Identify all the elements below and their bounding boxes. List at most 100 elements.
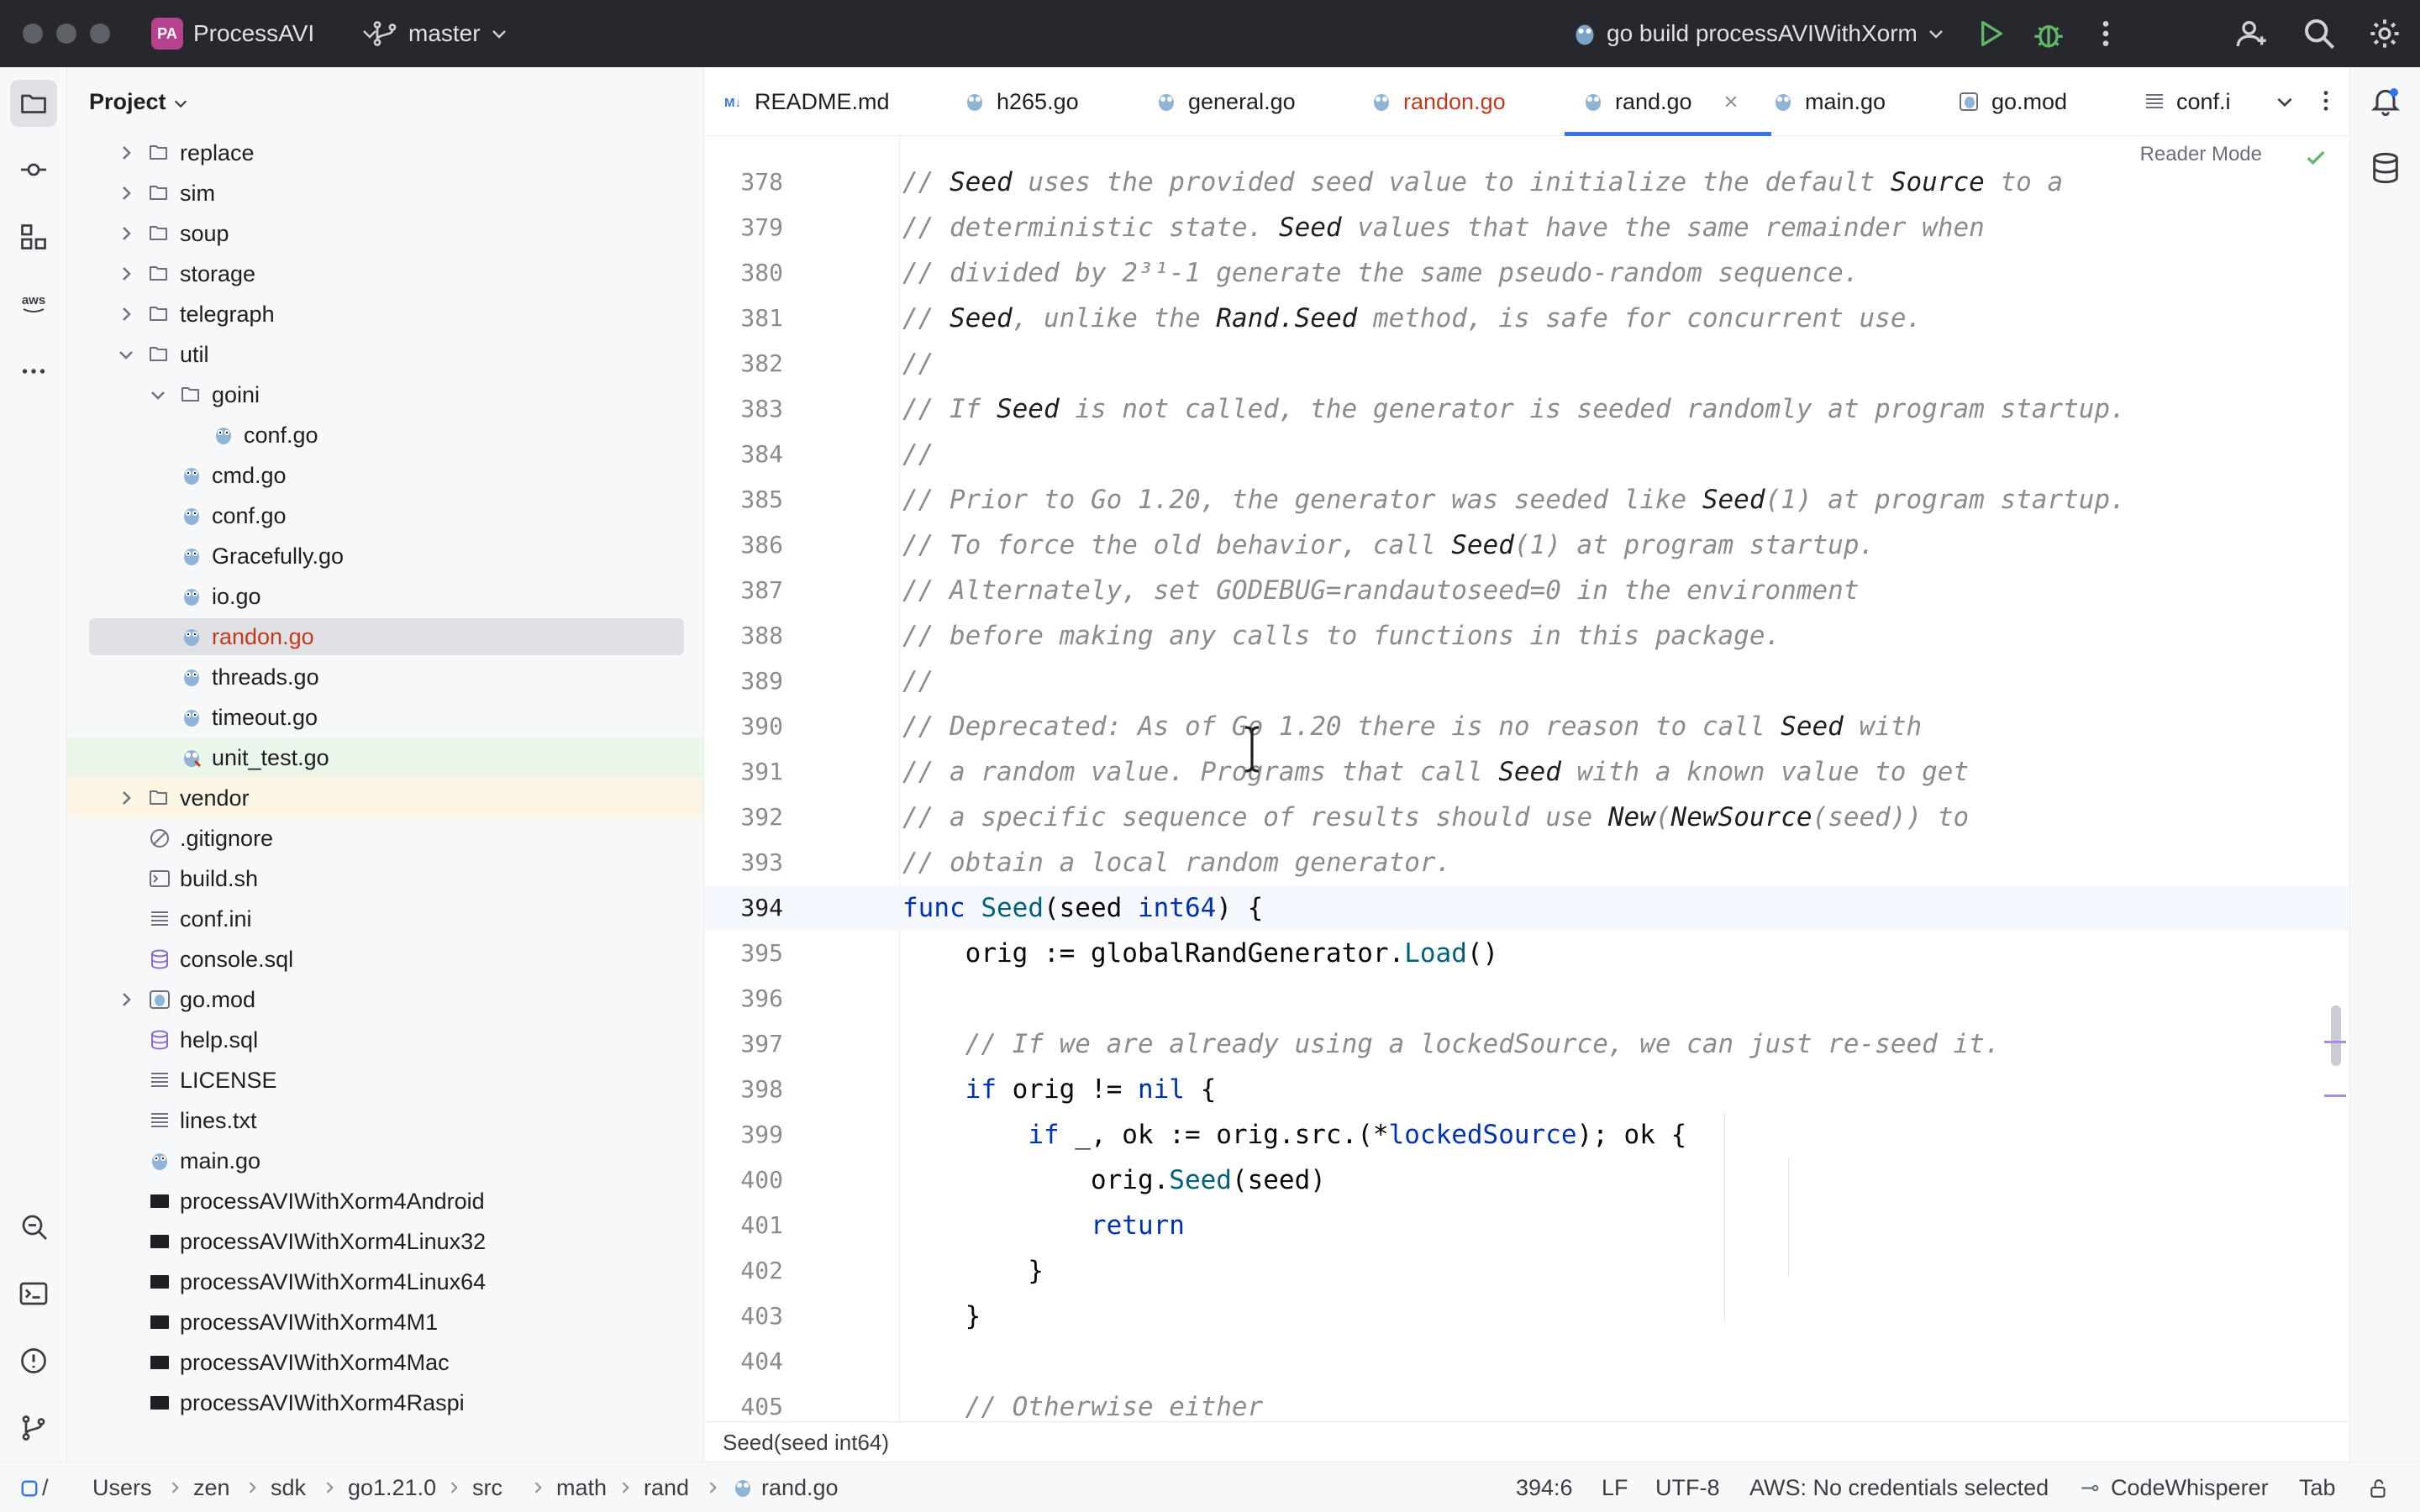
code-line[interactable]: 396 <box>704 976 2349 1021</box>
tree-folder-goini[interactable]: goini <box>67 375 703 415</box>
tree-file-unit-test-go[interactable]: unit_test.go <box>67 738 703 778</box>
more-vertical-icon[interactable] <box>2312 87 2339 114</box>
tree-file-binary-raspi[interactable]: processAVIWithXorm4Raspi <box>67 1383 703 1423</box>
code-line[interactable]: 387 // Alternately, set GODEBUG=randautos… <box>704 568 2349 613</box>
tree-folder-replace[interactable]: replace <box>67 133 703 173</box>
code-line[interactable]: 392 // a specific sequence of results sho… <box>704 795 2349 840</box>
git-tool-button[interactable] <box>10 1404 57 1452</box>
code-line[interactable]: 379 // deterministic state. Seed values t… <box>704 205 2349 250</box>
maximize-window-button[interactable] <box>90 24 110 44</box>
tree-file-help-sql[interactable]: help.sql <box>67 1020 703 1060</box>
chevron-right-icon[interactable] <box>116 183 136 203</box>
chevron-down-icon[interactable] <box>148 385 168 405</box>
current-function-hint[interactable]: Seed(seed int64) <box>723 1422 889 1462</box>
code-line[interactable]: 395 orig := globalRandGenerator.Load() <box>704 931 2349 976</box>
code-line[interactable]: 378 // Seed uses the provided seed value … <box>704 160 2349 205</box>
file-encoding[interactable]: UTF-8 <box>1655 1462 1720 1512</box>
tree-folder-sim[interactable]: sim <box>67 173 703 213</box>
close-tab-icon[interactable] <box>1723 93 1739 110</box>
code-line[interactable]: 397 // If we are already using a lockedS… <box>704 1021 2349 1067</box>
tree-file-randon-go[interactable]: randon.go <box>67 617 703 657</box>
tree-folder-vendor[interactable]: vendor <box>67 778 703 818</box>
code-line[interactable]: 404 <box>704 1339 2349 1384</box>
code-line[interactable]: 389 // <box>704 659 2349 704</box>
tree-file-main-go[interactable]: main.go <box>67 1141 703 1181</box>
tree-file-conf-go[interactable]: conf.go <box>67 415 703 455</box>
more-tools-button[interactable] <box>10 348 57 395</box>
tree-folder-storage[interactable]: storage <box>67 254 703 294</box>
tree-file-io-go[interactable]: io.go <box>67 576 703 617</box>
code-line[interactable]: 386 // To force the old behavior, call Se… <box>704 522 2349 568</box>
project-tool-button[interactable] <box>10 80 57 127</box>
code-line[interactable]: 383 // If Seed is not called, the generat… <box>704 386 2349 432</box>
chevron-right-icon[interactable] <box>116 143 136 163</box>
code-line[interactable]: 385 // Prior to Go 1.20, the generator wa… <box>704 477 2349 522</box>
close-window-button[interactable] <box>23 24 43 44</box>
tree-file-license[interactable]: LICENSE <box>67 1060 703 1100</box>
aws-tool-button[interactable]: aws <box>10 281 57 328</box>
code-line[interactable]: 403 } <box>704 1294 2349 1339</box>
branch-selector[interactable]: master <box>408 0 481 67</box>
code-line[interactable]: 388 // before making any calls to functio… <box>704 613 2349 659</box>
tree-file-gracefully-go[interactable]: Gracefully.go <box>67 536 703 576</box>
chevron-right-icon[interactable] <box>116 788 136 808</box>
code-line[interactable]: 401 return <box>704 1203 2349 1248</box>
breadcrumb-item[interactable]: rand.go <box>761 1462 839 1512</box>
chevron-down-icon[interactable] <box>171 94 190 113</box>
tree-file-cmd-go[interactable]: cmd.go <box>67 455 703 496</box>
indent-setting[interactable]: Tab <box>2299 1462 2336 1512</box>
breadcrumb-item[interactable]: math <box>556 1462 607 1512</box>
project-name[interactable]: ProcessAVI <box>193 0 314 67</box>
chevron-right-icon[interactable] <box>116 990 136 1010</box>
code-line[interactable]: 399 if _, ok := orig.src.(*lockedSource)… <box>704 1112 2349 1158</box>
tab-rand[interactable]: rand.go <box>1565 67 1771 136</box>
database-icon[interactable] <box>2369 151 2402 185</box>
minimize-window-button[interactable] <box>56 24 76 44</box>
chevron-down-icon[interactable] <box>1926 24 1946 44</box>
aws-connection-status[interactable]: AWS: No credentials selected <box>1749 1462 2049 1512</box>
code-line[interactable]: 380 // divided by 2³¹-1 generate the same… <box>704 250 2349 296</box>
settings-gear-icon[interactable] <box>2368 17 2402 50</box>
tree-file-binary-m1[interactable]: processAVIWithXorm4M1 <box>67 1302 703 1342</box>
tree-file-console-sql[interactable]: console.sql <box>67 939 703 979</box>
tree-file-binary-mac[interactable]: processAVIWithXorm4Mac <box>67 1342 703 1383</box>
code-editor[interactable]: 378 // Seed uses the provided seed value … <box>704 136 2349 1421</box>
run-configuration-selector[interactable]: go build processAVIWithXorm <box>1607 0 1918 67</box>
chevron-down-icon[interactable] <box>2274 91 2296 113</box>
tree-folder-telegraph[interactable]: telegraph <box>67 294 703 334</box>
add-user-icon[interactable] <box>2235 17 2269 50</box>
tree-file-binary-linux32[interactable]: processAVIWithXorm4Linux32 <box>67 1221 703 1262</box>
code-line[interactable]: 398 if orig != nil { <box>704 1067 2349 1112</box>
more-vertical-icon[interactable] <box>2089 17 2123 50</box>
reader-mode-toggle[interactable]: Reader Mode <box>2140 143 2262 166</box>
vertical-scrollbar-thumb[interactable] <box>2331 1005 2341 1066</box>
project-panel-title[interactable]: Project <box>89 67 166 136</box>
breadcrumb-item[interactable]: zen <box>193 1462 230 1512</box>
code-line[interactable]: 393 // obtain a local random generator. <box>704 840 2349 885</box>
code-line[interactable]: 400 orig.Seed(seed) <box>704 1158 2349 1203</box>
terminal-tool-button[interactable] <box>10 1270 57 1317</box>
tree-file-binary-android[interactable]: processAVIWithXorm4Android <box>67 1181 703 1221</box>
tree-file-timeout-go[interactable]: timeout.go <box>67 697 703 738</box>
breadcrumb-item[interactable]: go1.21.0 <box>348 1462 436 1512</box>
services-tool-button[interactable] <box>10 1203 57 1250</box>
line-ending[interactable]: LF <box>1602 1462 1628 1512</box>
project-badge[interactable]: PA <box>151 18 183 50</box>
tree-file-threads-go[interactable]: threads.go <box>67 657 703 697</box>
code-line[interactable]: 382 // <box>704 341 2349 386</box>
chevron-down-icon[interactable] <box>116 344 136 365</box>
code-line[interactable]: 381 // Seed, unlike the Rand.Seed method,… <box>704 296 2349 341</box>
breadcrumb-item[interactable]: sdk <box>271 1462 306 1512</box>
tree-file-binary-linux64[interactable]: processAVIWithXorm4Linux64 <box>67 1262 703 1302</box>
checkmark-icon[interactable] <box>2304 146 2328 170</box>
code-line[interactable]: 402 } <box>704 1248 2349 1294</box>
search-icon[interactable] <box>2302 17 2336 50</box>
code-line[interactable]: 394 func Seed(seed int64) { <box>704 885 2349 931</box>
commit-tool-button[interactable] <box>10 146 57 193</box>
unlock-icon[interactable] <box>2368 1478 2390 1499</box>
code-line[interactable]: 405 // Otherwise either <box>704 1384 2349 1421</box>
structure-tool-button[interactable] <box>10 213 57 260</box>
debug-icon[interactable] <box>2032 17 2065 50</box>
chevron-right-icon[interactable] <box>116 264 136 284</box>
tree-file-conf-go[interactable]: conf.go <box>67 496 703 536</box>
